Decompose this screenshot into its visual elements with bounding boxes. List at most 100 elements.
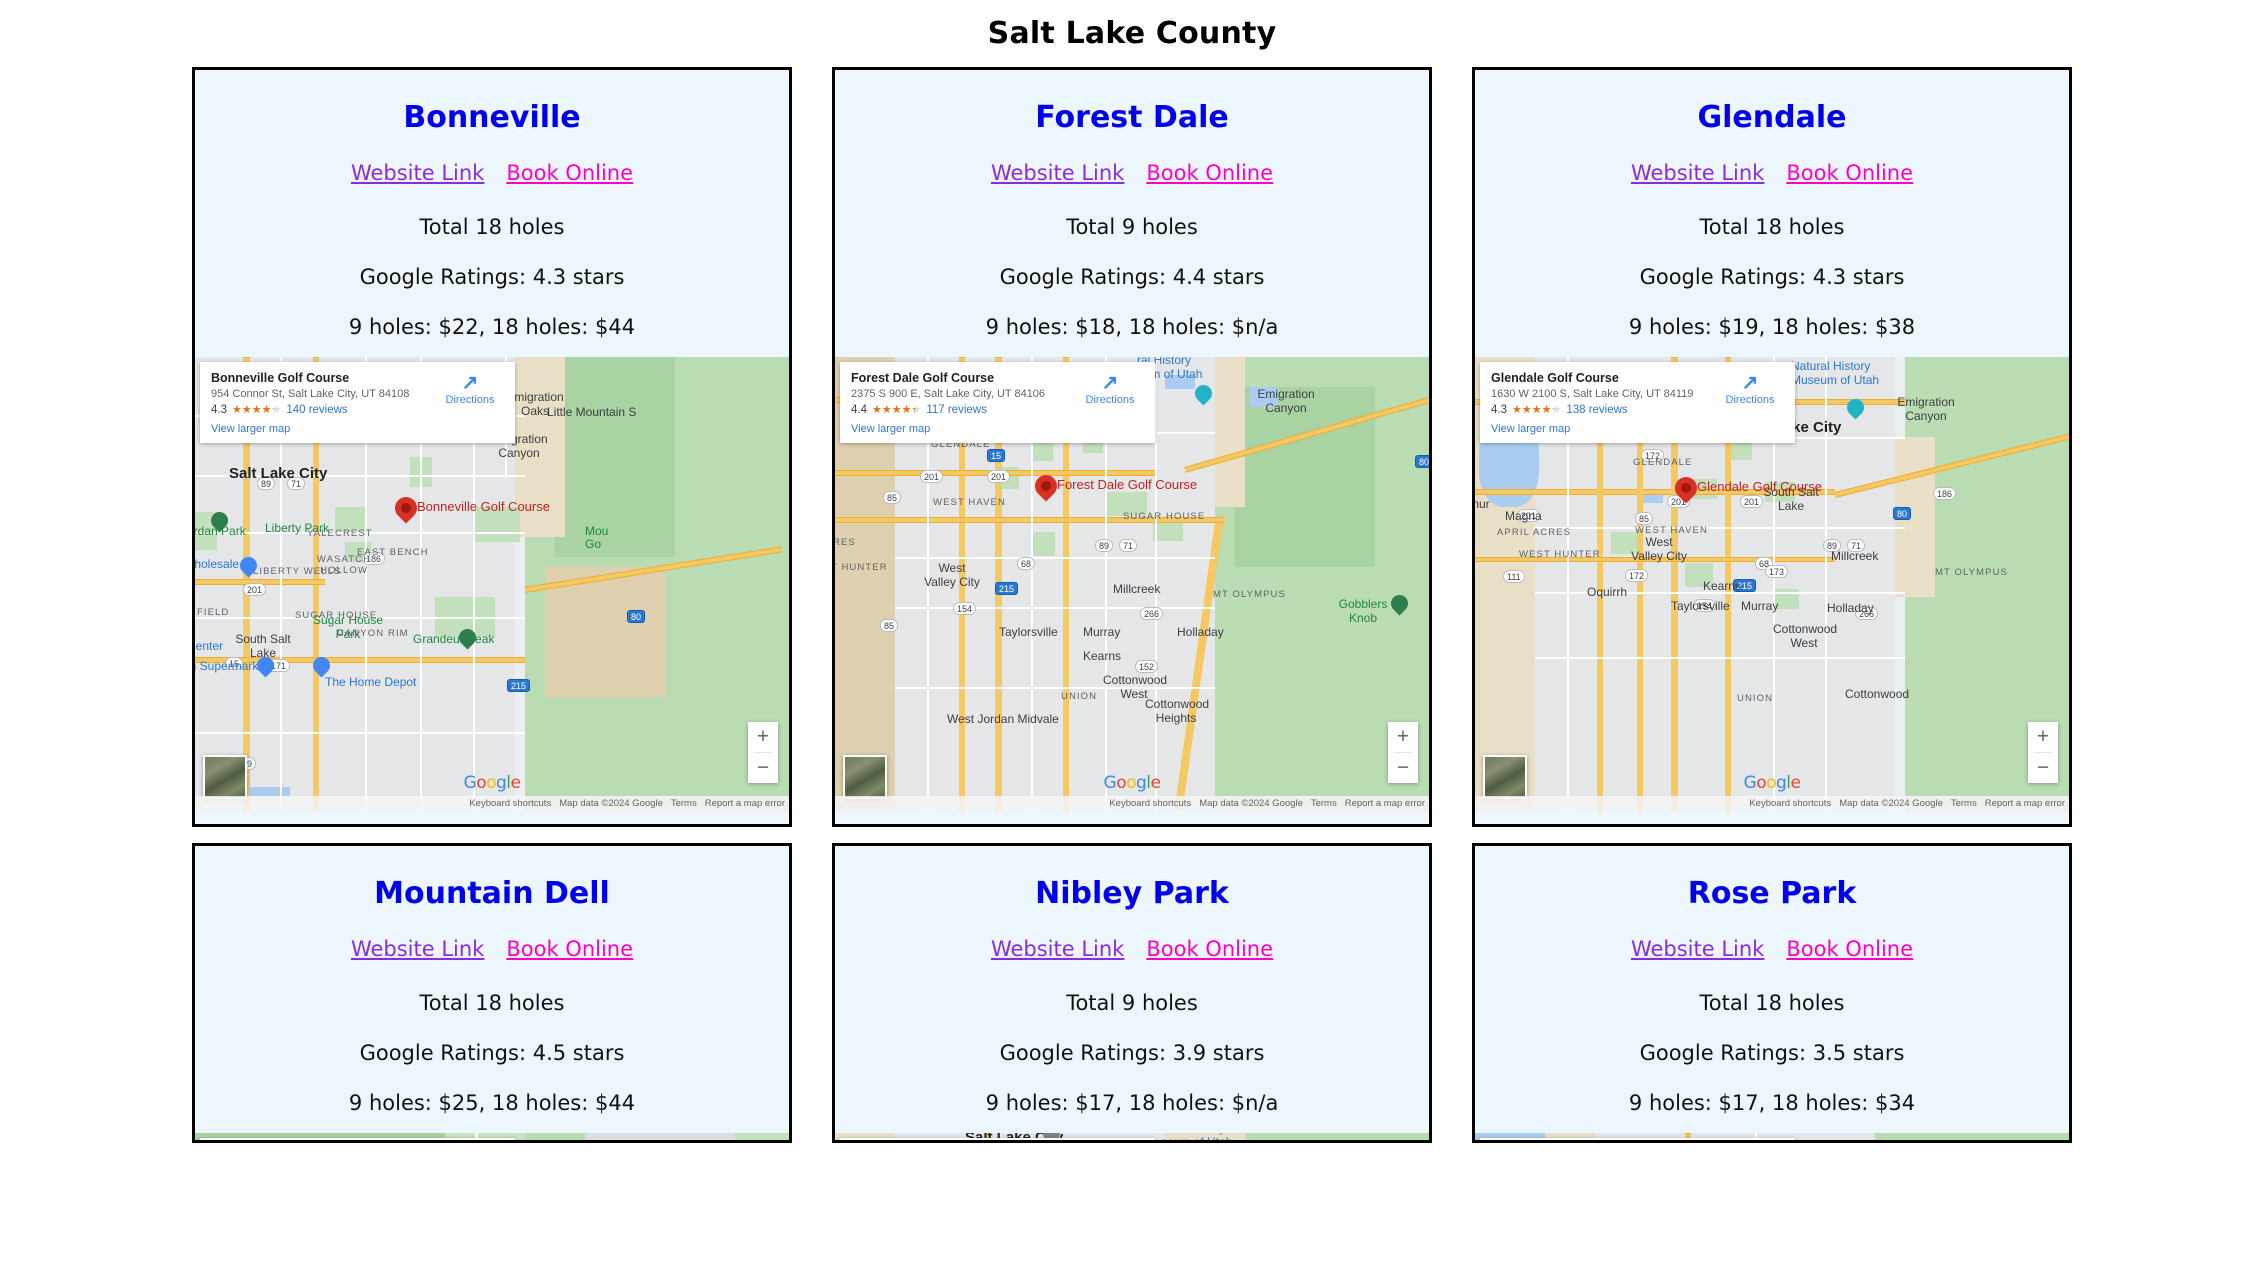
- website-link[interactable]: Website Link: [351, 937, 484, 961]
- book-online-link[interactable]: Book Online: [1146, 161, 1273, 185]
- map-data-label: Map data ©2024 Google: [559, 798, 663, 809]
- view-larger-map-link[interactable]: View larger map: [851, 423, 1144, 435]
- book-online-link[interactable]: Book Online: [1786, 161, 1913, 185]
- map-label-magna: Magna: [1505, 509, 1542, 523]
- course-title: Nibley Park: [1035, 876, 1229, 911]
- route-shield-89: 89: [1095, 539, 1114, 552]
- map-label-kearns: Kearns: [1083, 649, 1122, 663]
- satellite-view-toggle[interactable]: [1483, 755, 1527, 799]
- total-holes: Total 18 holes: [1699, 215, 1845, 239]
- course-card-mountain-dell[interactable]: Mountain Dell Website Link Book Online T…: [192, 843, 792, 1143]
- route-shield-71: 71: [1119, 539, 1138, 552]
- zoom-in-button[interactable]: +: [2028, 722, 2058, 752]
- zoom-in-button[interactable]: +: [748, 722, 778, 752]
- zoom-out-button[interactable]: −: [2028, 753, 2058, 783]
- terms-link[interactable]: Terms: [671, 798, 697, 809]
- course-pin-label: Glendale Golf Course: [1697, 479, 1823, 494]
- course-card-bonneville[interactable]: Bonneville Website Link Book Online Tota…: [192, 67, 792, 827]
- museum-pin: [1153, 1139, 1178, 1140]
- map-info-box[interactable]: Rose Park Golf Course 1386 N Redwood Rd,…: [1480, 1138, 1795, 1140]
- report-map-error-link[interactable]: Report a map error: [705, 798, 785, 809]
- map-zoom-controls[interactable]: + −: [748, 722, 778, 783]
- zoom-in-button[interactable]: +: [1388, 722, 1418, 752]
- course-card-rose-park[interactable]: Rose Park Website Link Book Online Total…: [1472, 843, 2072, 1143]
- map-zoom-controls[interactable]: + −: [2028, 722, 2058, 783]
- course-links: Website Link Book Online: [1475, 911, 2069, 961]
- map-label-emigration-canyon: Emigration Canyon: [1257, 387, 1315, 415]
- directions-button[interactable]: ↗ Directions: [1716, 371, 1784, 416]
- map-zoom-controls[interactable]: + −: [1388, 722, 1418, 783]
- route-shield-215: 215: [507, 679, 531, 692]
- map-bonneville[interactable]: 15 89 71 186 201 15 171 80 215 89 Salt L…: [195, 357, 789, 811]
- street: [895, 687, 1215, 689]
- route-shield-154: 154: [953, 602, 977, 615]
- prices: 9 holes: $19, 18 holes: $38: [1628, 315, 1916, 339]
- directions-label: Directions: [445, 394, 495, 406]
- route-shield-111: 111: [1503, 570, 1525, 583]
- prices: 9 holes: $22, 18 holes: $44: [348, 315, 636, 339]
- website-link[interactable]: Website Link: [991, 937, 1124, 961]
- course-card-nibley-park[interactable]: Nibley Park Website Link Book Online Tot…: [832, 843, 1432, 1143]
- keyboard-shortcuts-label[interactable]: Keyboard shortcuts: [469, 798, 551, 809]
- keyboard-shortcuts-label[interactable]: Keyboard shortcuts: [1109, 798, 1191, 809]
- map-glendale[interactable]: 80 172 201 201 201 85 186 80 89 71 68 21…: [1475, 357, 2069, 811]
- google-logo: Google: [1743, 773, 1801, 793]
- terms-link[interactable]: Terms: [1951, 798, 1977, 809]
- map-label-west-haven: WEST HAVEN: [1635, 525, 1708, 536]
- map-info-box[interactable]: Mountain Dell Golf Course Parleys Canyon…: [200, 1138, 515, 1140]
- report-map-error-link[interactable]: Report a map error: [1985, 798, 2065, 809]
- map-label-millcreek: Millcreek: [1113, 582, 1161, 596]
- route-shield-15: 15: [987, 449, 1006, 462]
- map-label-center: Center: [195, 639, 224, 653]
- website-link[interactable]: Website Link: [1631, 937, 1764, 961]
- google-ratings: Google Ratings: 4.3 stars: [359, 265, 625, 289]
- map-info-box[interactable]: Forest Dale Golf Course 2375 S 900 E, Sa…: [840, 362, 1155, 443]
- map-rose-park[interactable]: Bountiful Woods Cross 68 Rose Park Golf …: [1475, 1133, 2069, 1140]
- website-link[interactable]: Website Link: [1631, 161, 1764, 185]
- review-count[interactable]: 117 reviews: [926, 404, 987, 416]
- map-label-kearns: Kearns: [1703, 579, 1742, 593]
- terrain-rock: [575, 1133, 735, 1140]
- map-label-natural-history-museum: Natural History Museum of Utah: [1791, 359, 1880, 387]
- course-card-forest-dale[interactable]: Forest Dale Website Link Book Online Tot…: [832, 67, 1432, 827]
- map-info-box[interactable]: Glendale Golf Course 1630 W 2100 S, Salt…: [1480, 362, 1795, 443]
- terms-link[interactable]: Terms: [1311, 798, 1337, 809]
- map-info-box[interactable]: Nibley Park Golf Course 2780 S 700 E, Sa…: [840, 1138, 1155, 1140]
- zoom-out-button[interactable]: −: [1388, 753, 1418, 783]
- course-title: Bonneville: [403, 100, 581, 135]
- map-forest-dale[interactable]: 172 15 201 201 85 89 71 68 215 154 85 26…: [835, 357, 1429, 811]
- star-rating: ★★★★★ ★★★★★: [1512, 403, 1562, 416]
- book-online-link[interactable]: Book Online: [1146, 937, 1273, 961]
- view-larger-map-link[interactable]: View larger map: [211, 423, 504, 435]
- directions-button[interactable]: ↗ Directions: [436, 371, 504, 416]
- route-shield-172b: 172: [1625, 569, 1649, 582]
- map-label-mou-go: Mou Go: [585, 524, 609, 551]
- satellite-view-toggle[interactable]: [843, 755, 887, 799]
- course-card-glendale[interactable]: Glendale Website Link Book Online Total …: [1472, 67, 2072, 827]
- book-online-link[interactable]: Book Online: [1786, 937, 1913, 961]
- satellite-view-toggle[interactable]: [203, 755, 247, 799]
- map-mountain-dell[interactable]: 65 Mountain Dell Golf Course Parleys Can…: [195, 1133, 789, 1140]
- zoom-out-button[interactable]: −: [748, 753, 778, 783]
- map-nibley-park[interactable]: Salt Lake City ...tural History ...seum …: [835, 1133, 1429, 1140]
- website-link[interactable]: Website Link: [351, 161, 484, 185]
- review-count[interactable]: 138 reviews: [1566, 404, 1627, 416]
- report-map-error-link[interactable]: Report a map error: [1345, 798, 1425, 809]
- map-label-yalecrest: YALECREST: [307, 528, 373, 539]
- map-data-label: Map data ©2024 Google: [1199, 798, 1303, 809]
- route-shield-80: 80: [627, 610, 646, 623]
- book-online-link[interactable]: Book Online: [506, 937, 633, 961]
- route-shield-201b: 201: [1740, 495, 1764, 508]
- view-larger-map-link[interactable]: View larger map: [1491, 423, 1784, 435]
- map-label-arthur: thur: [1475, 497, 1490, 511]
- keyboard-shortcuts-label[interactable]: Keyboard shortcuts: [1749, 798, 1831, 809]
- directions-button[interactable]: ↗ Directions: [1076, 371, 1144, 416]
- website-link[interactable]: Website Link: [991, 161, 1124, 185]
- review-count[interactable]: 140 reviews: [286, 404, 347, 416]
- route-shield-80b: 80: [1893, 507, 1912, 520]
- street: [895, 557, 1215, 559]
- route-shield-152: 152: [1135, 660, 1159, 673]
- map-info-box[interactable]: Bonneville Golf Course 954 Connor St, Sa…: [200, 362, 515, 443]
- book-online-link[interactable]: Book Online: [506, 161, 633, 185]
- star-rating: ★★★★★ ★★★★★: [232, 403, 282, 416]
